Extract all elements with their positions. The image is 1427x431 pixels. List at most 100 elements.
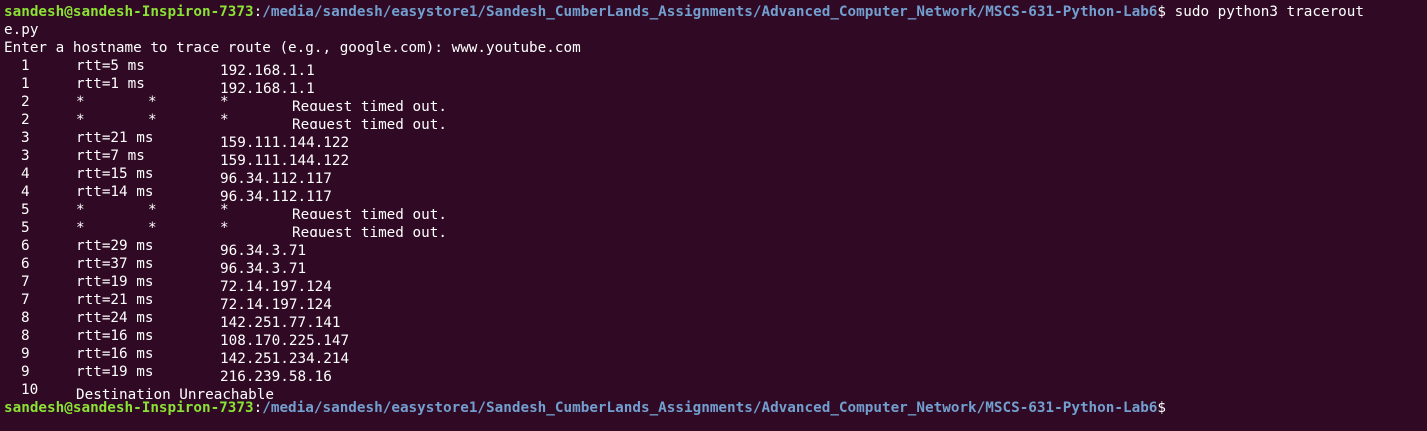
hop-number: 8 bbox=[21, 328, 30, 344]
ip-address: 96.34.3.71 bbox=[220, 243, 307, 255]
rtt-value: rtt=37 ms bbox=[76, 256, 154, 272]
final-prompt-user-host: sandesh@sandesh-Inspiron-7373 bbox=[4, 400, 254, 416]
rtt-value: rtt=1 ms bbox=[76, 76, 145, 92]
hop-number: 7 bbox=[21, 292, 30, 308]
trace-row: 9 rtt=16 ms 142.251.234.214 bbox=[4, 345, 1427, 363]
hop-number: 9 bbox=[21, 364, 30, 380]
trace-row: 6 rtt=37 ms 96.34.3.71 bbox=[4, 255, 1427, 273]
prompt-separator: : bbox=[253, 4, 263, 20]
ip-address: 72.14.197.124 bbox=[220, 297, 332, 309]
timeout-star-1: * bbox=[76, 220, 85, 236]
rtt-value: rtt=24 ms bbox=[76, 310, 154, 326]
command-wrap-line: e.py bbox=[4, 21, 1427, 39]
rtt-value: rtt=19 ms bbox=[76, 274, 154, 290]
trace-row: 2 * * * Request timed out. bbox=[4, 93, 1427, 111]
final-prompt-line[interactable]: sandesh@sandesh-Inspiron-7373:/media/san… bbox=[4, 399, 1427, 417]
traceroute-output: 1 rtt=5 ms 192.168.1.1 1 rtt=1 ms 192.168.1.1… bbox=[4, 57, 1427, 399]
timeout-star-2: * bbox=[148, 220, 157, 236]
ip-address: 159.111.144.122 bbox=[220, 135, 350, 147]
rtt-value: rtt=14 ms bbox=[76, 184, 154, 200]
ip-address: 142.251.234.214 bbox=[220, 351, 350, 363]
timeout-message: Request timed out. bbox=[292, 225, 447, 237]
rtt-value: rtt=16 ms bbox=[76, 328, 154, 344]
prompt-user-host: sandesh@sandesh-Inspiron-7373 bbox=[4, 4, 254, 20]
ip-address: 216.239.58.16 bbox=[220, 369, 332, 381]
rtt-value: rtt=29 ms bbox=[76, 238, 154, 254]
command-wrap-text: e.py bbox=[4, 22, 39, 38]
hostname-input-text: Enter a hostname to trace route (e.g., g… bbox=[4, 40, 581, 56]
trace-row: 6 rtt=29 ms 96.34.3.71 bbox=[4, 237, 1427, 255]
rtt-value: rtt=7 ms bbox=[76, 148, 145, 164]
trace-row: 3 rtt=7 ms 159.111.144.122 bbox=[4, 147, 1427, 165]
hop-number: 5 bbox=[21, 202, 30, 218]
ip-address: 72.14.197.124 bbox=[220, 279, 332, 291]
prompt-symbol: $ bbox=[1157, 4, 1167, 20]
ip-address: 96.34.112.117 bbox=[220, 189, 332, 201]
hop-number: 4 bbox=[21, 184, 30, 200]
hop-number: 2 bbox=[21, 94, 30, 110]
timeout-star-3: * bbox=[220, 94, 229, 110]
hop-number: 8 bbox=[21, 310, 30, 326]
rtt-value: rtt=21 ms bbox=[76, 292, 154, 308]
trace-row: 7 rtt=19 ms 72.14.197.124 bbox=[4, 273, 1427, 291]
timeout-star-3: * bbox=[220, 220, 229, 236]
hop-number: 6 bbox=[21, 256, 30, 272]
hop-number: 7 bbox=[21, 274, 30, 290]
trace-row: 8 rtt=24 ms 142.251.77.141 bbox=[4, 309, 1427, 327]
hop-number: 9 bbox=[21, 346, 30, 362]
command-prompt-line: sandesh@sandesh-Inspiron-7373:/media/san… bbox=[4, 3, 1427, 21]
trace-row: 3 rtt=21 ms 159.111.144.122 bbox=[4, 129, 1427, 147]
trace-row: 5 * * * Request timed out. bbox=[4, 219, 1427, 237]
rtt-value: rtt=21 ms bbox=[76, 130, 154, 146]
final-prompt-separator: : bbox=[253, 400, 263, 416]
timeout-message: Request timed out. bbox=[292, 207, 447, 219]
command-text: sudo python3 tracerout bbox=[1166, 4, 1365, 20]
timeout-star-1: * bbox=[76, 94, 85, 110]
trace-row: 7 rtt=21 ms 72.14.197.124 bbox=[4, 291, 1427, 309]
trace-row: 1 rtt=1 ms 192.168.1.1 bbox=[4, 75, 1427, 93]
ip-address: 108.170.225.147 bbox=[220, 333, 350, 345]
hop-number: 1 bbox=[21, 76, 30, 92]
timeout-star-3: * bbox=[220, 202, 229, 218]
trace-row: 4 rtt=14 ms 96.34.112.117 bbox=[4, 183, 1427, 201]
hop-number: 1 bbox=[21, 58, 30, 74]
trace-row: 1 rtt=5 ms 192.168.1.1 bbox=[4, 57, 1427, 75]
trace-row: 4 rtt=15 ms 96.34.112.117 bbox=[4, 165, 1427, 183]
trace-row: 8 rtt=16 ms 108.170.225.147 bbox=[4, 327, 1427, 345]
hop-number: 3 bbox=[21, 148, 30, 164]
hop-number: 10 bbox=[21, 382, 39, 398]
ip-address: 159.111.144.122 bbox=[220, 153, 350, 165]
hop-number: 6 bbox=[21, 238, 30, 254]
rtt-value: rtt=16 ms bbox=[76, 346, 154, 362]
timeout-star-1: * bbox=[76, 202, 85, 218]
ip-address: 96.34.112.117 bbox=[220, 171, 332, 183]
hop-number: 3 bbox=[21, 130, 30, 146]
final-prompt-symbol: $ bbox=[1157, 400, 1167, 416]
hop-number: 2 bbox=[21, 112, 30, 128]
ip-address: 192.168.1.1 bbox=[220, 81, 315, 93]
timeout-star-2: * bbox=[148, 202, 157, 218]
timeout-star-2: * bbox=[148, 112, 157, 128]
timeout-star-2: * bbox=[148, 94, 157, 110]
hop-number: 5 bbox=[21, 220, 30, 236]
rtt-value: rtt=15 ms bbox=[76, 166, 154, 182]
ip-address: 142.251.77.141 bbox=[220, 315, 341, 327]
rtt-value: rtt=19 ms bbox=[76, 364, 154, 380]
final-status-message: Destination Unreachable bbox=[76, 387, 274, 399]
trace-row: 2 * * * Request timed out. bbox=[4, 111, 1427, 129]
timeout-message: Request timed out. bbox=[292, 99, 447, 111]
hostname-input-line: Enter a hostname to trace route (e.g., g… bbox=[4, 39, 1427, 57]
final-prompt-path: /media/sandesh/easystore1/Sandesh_Cumber… bbox=[262, 400, 1158, 416]
terminal-window[interactable]: sandesh@sandesh-Inspiron-7373:/media/san… bbox=[0, 0, 1427, 431]
rtt-value: rtt=5 ms bbox=[76, 58, 145, 74]
ip-address: 192.168.1.1 bbox=[220, 63, 315, 75]
timeout-star-3: * bbox=[220, 112, 229, 128]
timeout-star-1: * bbox=[76, 112, 85, 128]
ip-address: 96.34.3.71 bbox=[220, 261, 307, 273]
trace-row: 5 * * * Request timed out. bbox=[4, 201, 1427, 219]
timeout-message: Request timed out. bbox=[292, 117, 447, 129]
trace-row: 9 rtt=19 ms 216.239.58.16 bbox=[4, 363, 1427, 381]
prompt-path: /media/sandesh/easystore1/Sandesh_Cumber… bbox=[262, 4, 1158, 20]
hop-number: 4 bbox=[21, 166, 30, 182]
trace-row: 10 Destination Unreachable bbox=[4, 381, 1427, 399]
